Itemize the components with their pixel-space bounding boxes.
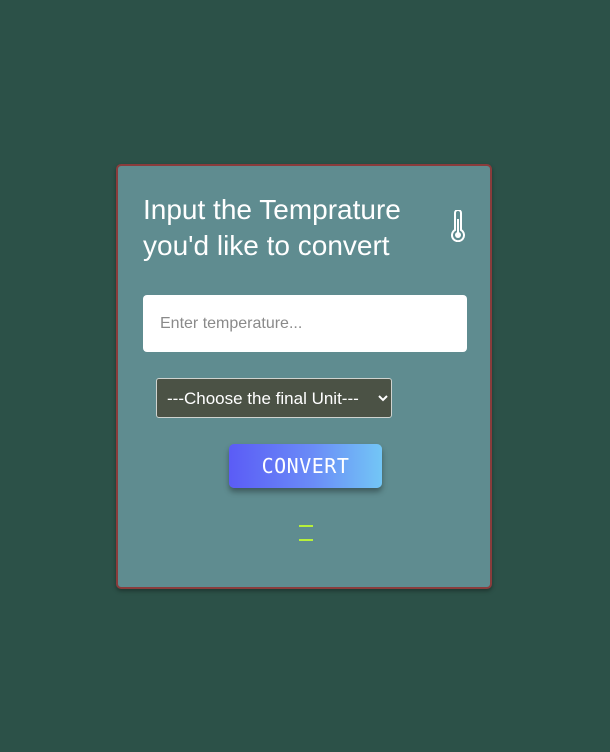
result-indicator: [299, 522, 313, 544]
temperature-input[interactable]: [143, 295, 467, 352]
thermometer-icon: [451, 210, 465, 242]
final-unit-select[interactable]: ---Choose the final Unit---: [156, 378, 392, 418]
convert-button[interactable]: CONVERT: [229, 444, 382, 488]
converter-card: Input the Temprature you'd like to conve…: [116, 164, 492, 589]
card-title: Input the Temprature you'd like to conve…: [143, 194, 401, 261]
